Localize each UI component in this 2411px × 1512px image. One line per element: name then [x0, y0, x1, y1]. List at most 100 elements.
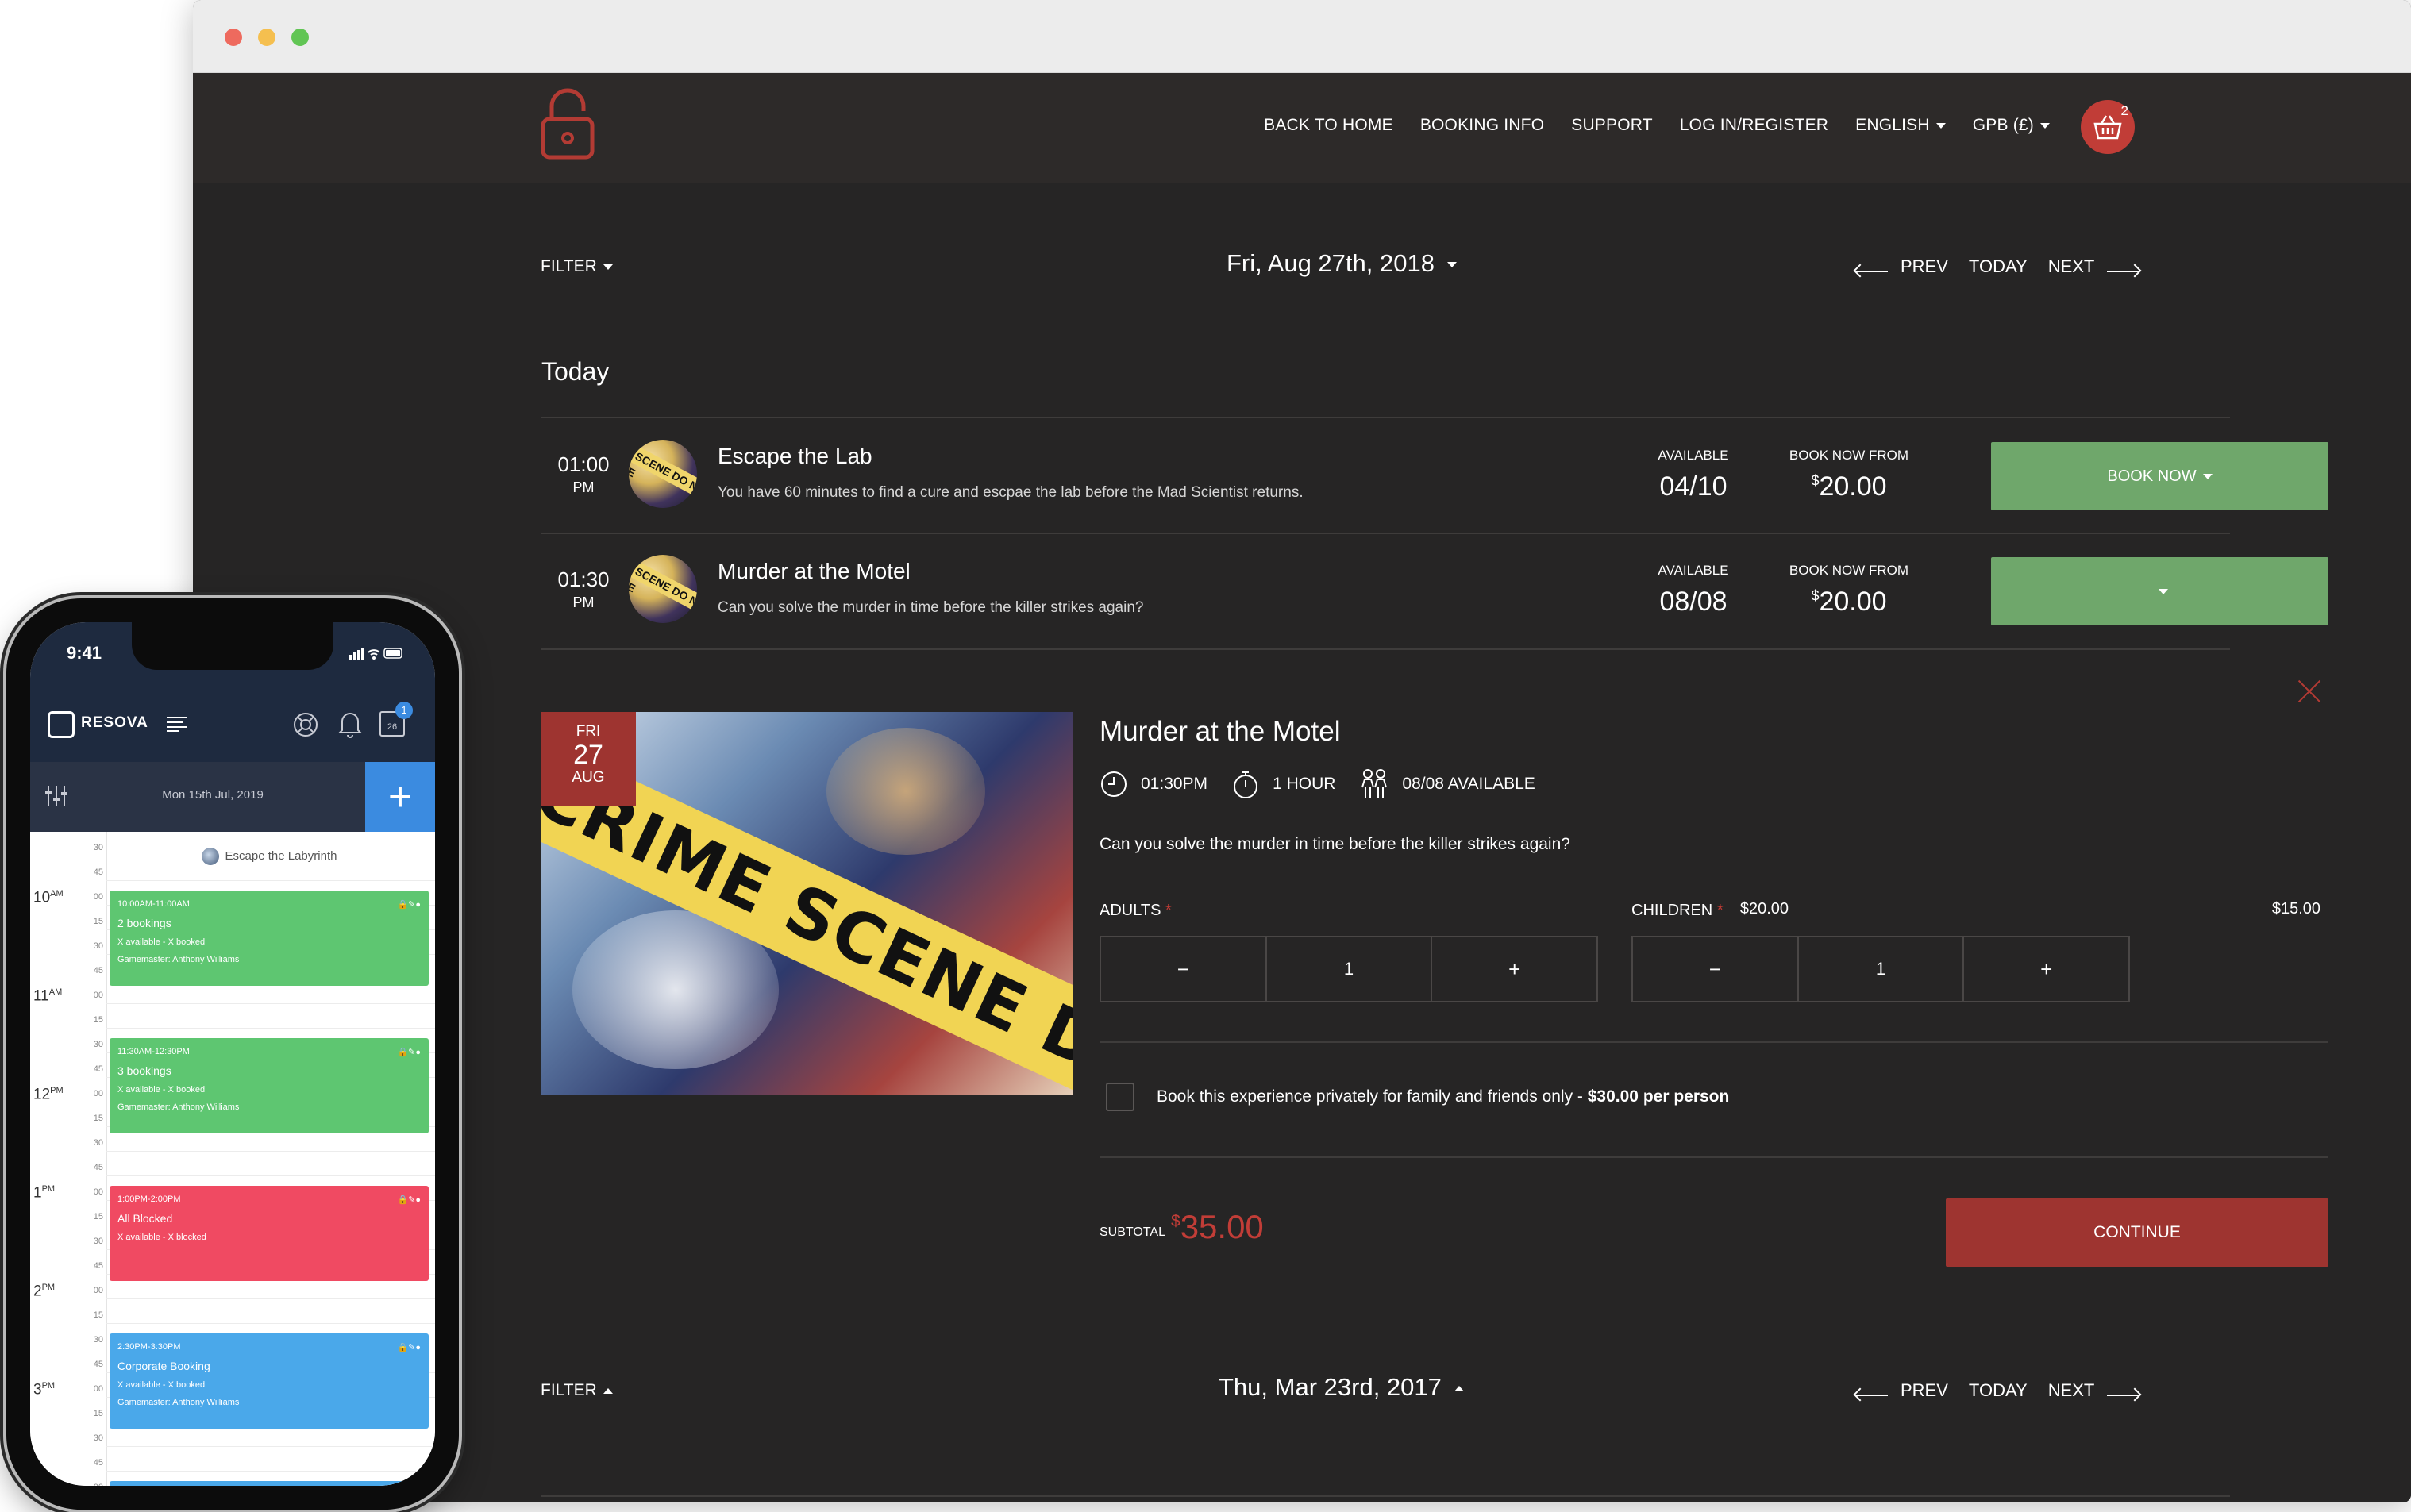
chevron-down-icon — [2158, 588, 2168, 594]
bell-icon[interactable] — [338, 710, 362, 738]
available-label: AVAILABLE — [1658, 563, 1729, 578]
private-booking-text: Book this experience privately for famil… — [1157, 1087, 1588, 1106]
children-quantity-input[interactable]: 1 — [1799, 937, 1965, 1001]
add-booking-button[interactable]: + — [365, 762, 435, 832]
continue-button[interactable]: CONTINUE — [1946, 1198, 2328, 1267]
close-icon[interactable] — [2296, 678, 2323, 705]
minute-label: 30 — [93, 1433, 103, 1443]
browser-window: BACK TO HOME BOOKING INFO SUPPORT LOG IN… — [193, 0, 2411, 1502]
children-decrement-button[interactable]: − — [1633, 937, 1799, 1001]
session-title[interactable]: Murder at the Motel — [718, 559, 911, 584]
children-label: CHILDREN * — [1631, 902, 1724, 920]
detail-duration: 1 HOUR — [1273, 775, 1336, 793]
language-dropdown[interactable]: ENGLISH — [1855, 116, 1946, 135]
minute-label: 15 — [93, 1114, 103, 1123]
adults-decrement-button[interactable]: − — [1101, 937, 1267, 1001]
session-thumbnail: SCENE DO NOT E — [629, 440, 697, 508]
minute-label: 00 — [93, 991, 103, 1000]
adults-increment-button[interactable]: + — [1432, 937, 1596, 1001]
close-window-button[interactable] — [225, 29, 242, 46]
today-button[interactable]: TODAY — [1969, 256, 2028, 277]
filter-label: FILTER — [541, 257, 597, 275]
hero-glow — [826, 728, 985, 855]
today-button[interactable]: TODAY — [1969, 1380, 2028, 1401]
minute-label: 00 — [83, 1483, 103, 1486]
detail-description: Can you solve the murder in time before … — [1100, 835, 1570, 853]
required-mark: * — [1165, 902, 1172, 919]
calendar-event[interactable]: 2:30PM-3:30PM Corporate Booking X availabl… — [110, 1333, 429, 1429]
event-time: 11:30AM-12:30PM — [117, 1047, 190, 1056]
nav-booking-info[interactable]: BOOKING INFO — [1420, 116, 1544, 135]
private-booking-checkbox[interactable] — [1106, 1083, 1134, 1111]
phone-date[interactable]: Mon 15th Jul, 2019 — [110, 788, 316, 802]
cart-button[interactable]: 2 — [2081, 100, 2135, 154]
hour-label: 1PM — [33, 1184, 56, 1202]
chevron-up-icon — [603, 1387, 613, 1394]
padlock-logo-icon[interactable] — [541, 87, 595, 160]
nav-login-register[interactable]: LOG IN/REGISTER — [1680, 116, 1828, 135]
minimize-window-button[interactable] — [258, 29, 275, 46]
phone-calendar: Escape the Labyrinth 30 45 00 15 30 45 00 15 30 4… — [30, 832, 435, 1486]
next-button[interactable]: NEXT — [2048, 1380, 2139, 1401]
minute-label: 45 — [93, 1360, 103, 1369]
calendar-event[interactable]: 11:30AM-12:30PM 3 bookings X available - X… — [110, 1038, 429, 1133]
filter-toggle-bottom[interactable]: FILTER — [541, 1381, 613, 1400]
calendar-event[interactable]: 1:00PM-2:00PM All Blocked X available - X … — [110, 1186, 429, 1281]
slot-line — [106, 1175, 435, 1176]
event-availability: X available - X booked — [117, 1085, 206, 1095]
resova-logo-icon[interactable] — [48, 711, 75, 738]
date-picker-bottom[interactable]: Thu, Mar 23rd, 2017 — [1219, 1373, 1464, 1402]
minute-label: 00 — [93, 1089, 103, 1098]
minute-label: 45 — [93, 1458, 103, 1468]
book-now-button-expanded[interactable] — [1991, 557, 2328, 625]
required-mark: * — [1716, 902, 1724, 919]
session-ampm: PM — [572, 594, 595, 610]
session-description: You have 60 minutes to find a cure and e… — [718, 484, 1304, 501]
nav-back-to-home[interactable]: BACK TO HOME — [1264, 116, 1393, 135]
next-button[interactable]: NEXT — [2048, 256, 2139, 277]
book-now-label: BOOK NOW — [2107, 467, 2197, 485]
minute-label: 30 — [93, 1040, 103, 1049]
currency-dropdown[interactable]: GPB (£) — [1973, 116, 2050, 135]
event-availability: X available - X booked — [117, 937, 206, 947]
session-description: Can you solve the murder in time before … — [718, 599, 1144, 616]
minute-label: 30 — [93, 1335, 103, 1345]
booking-site: BACK TO HOME BOOKING INFO SUPPORT LOG IN… — [193, 73, 2411, 1502]
brand-name: RESOVA — [81, 714, 148, 731]
date-picker-top[interactable]: Fri, Aug 27th, 2018 — [1227, 249, 1457, 278]
notification-badge: 1 — [395, 702, 413, 719]
event-action-icons[interactable]: 🔒✎● — [397, 1338, 421, 1357]
prev-button[interactable]: PREV — [1856, 1380, 1948, 1401]
menu-icon[interactable] — [167, 716, 187, 732]
clock-icon — [1101, 771, 1127, 797]
arrow-left-icon — [1856, 271, 1888, 272]
hour-ampm: PM — [50, 1086, 64, 1095]
book-now-button[interactable]: BOOK NOW — [1991, 442, 2328, 510]
event-action-icons[interactable]: 🔒✎● — [397, 1043, 421, 1062]
section-title: Today — [541, 357, 610, 386]
maximize-window-button[interactable] — [291, 29, 309, 46]
adults-quantity-input[interactable]: 1 — [1267, 937, 1433, 1001]
subtotal-currency: $ — [1171, 1212, 1180, 1230]
event-title: Corporate Booking — [117, 1360, 210, 1372]
minute-label: 00 — [93, 1286, 103, 1295]
event-time: 1:00PM-2:00PM — [117, 1195, 181, 1204]
calendar-event[interactable]: 4:00PM-5:00PM3 bookings🔒✎● — [110, 1481, 429, 1486]
hour-label: 11AM — [33, 987, 63, 1005]
children-increment-button[interactable]: + — [1964, 937, 2128, 1001]
divider — [541, 648, 2230, 650]
hour-ampm: PM — [41, 1479, 56, 1486]
next-label: NEXT — [2047, 1380, 2095, 1400]
calendar-event[interactable]: 10:00AM-11:00AM 2 bookings X available - X… — [110, 891, 429, 986]
event-action-icons[interactable]: 🔒✎● — [397, 895, 421, 914]
nav-support[interactable]: SUPPORT — [1571, 116, 1653, 135]
slot-line — [106, 1151, 435, 1152]
prev-button[interactable]: PREV — [1856, 256, 1948, 277]
event-action-icons[interactable]: 🔒✎● — [397, 1191, 421, 1210]
chevron-down-icon — [603, 264, 613, 270]
support-lifebuoy-icon[interactable] — [292, 711, 319, 738]
filter-sliders-icon[interactable] — [44, 786, 68, 806]
session-title[interactable]: Escape the Lab — [718, 444, 872, 469]
minute-label: 45 — [93, 966, 103, 975]
filter-toggle-top[interactable]: FILTER — [541, 257, 613, 276]
